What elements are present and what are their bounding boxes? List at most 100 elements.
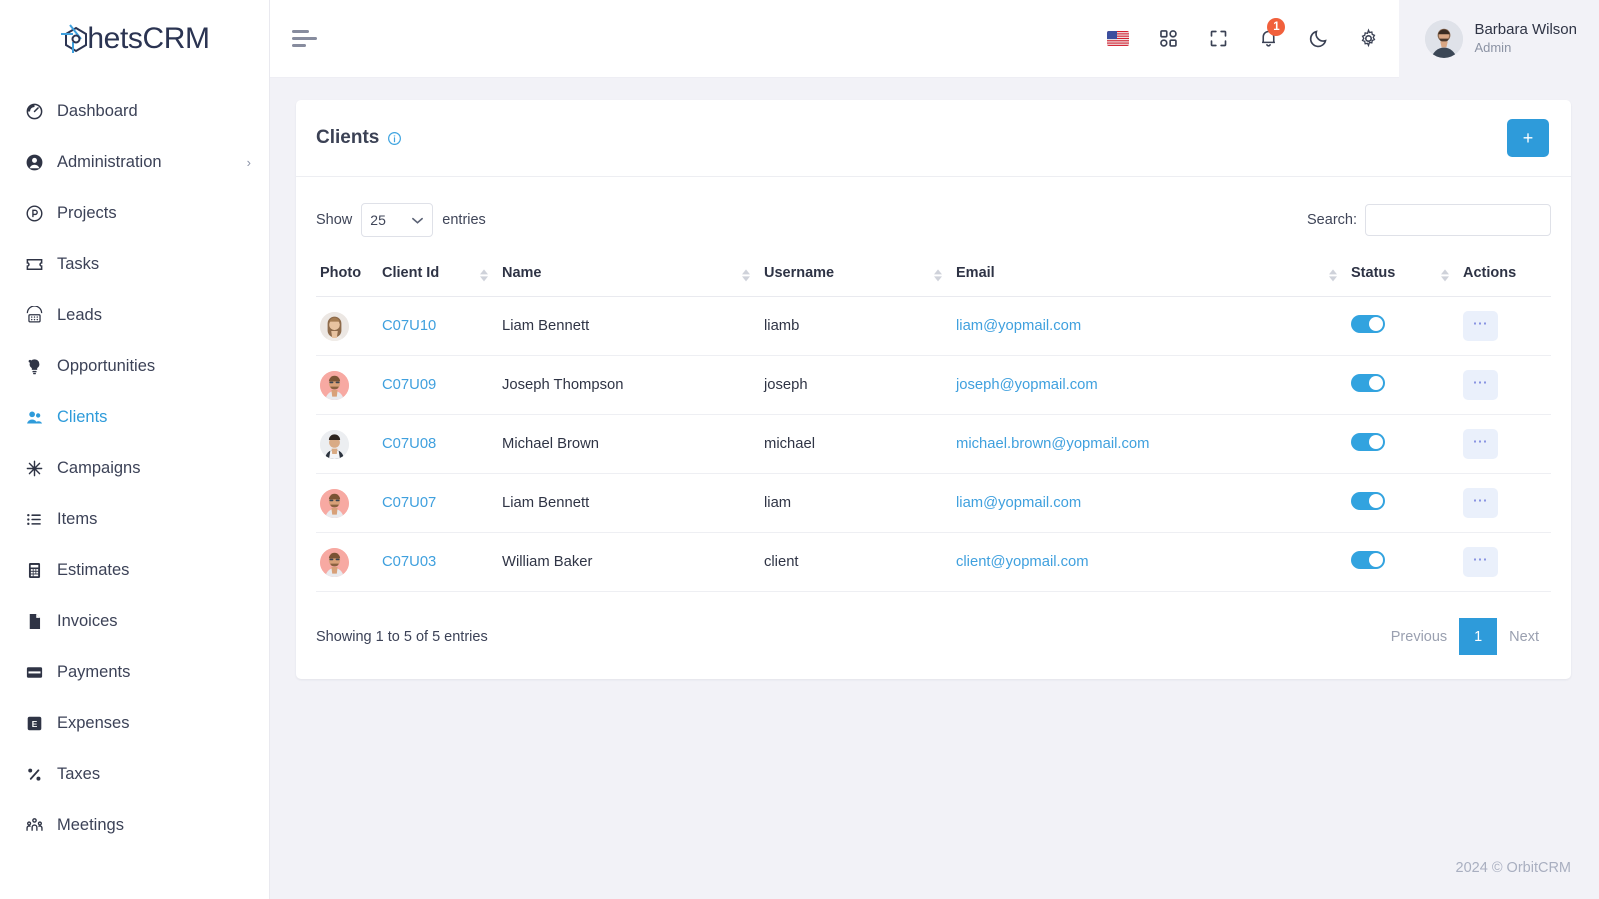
column-header-actions: Actions	[1459, 255, 1551, 297]
cell-name: Liam Bennett	[498, 473, 760, 533]
cell-status	[1347, 414, 1459, 474]
cell-photo	[316, 296, 378, 356]
sidebar-item-payments[interactable]: Payments	[0, 647, 269, 698]
sidebar-item-label: Meetings	[57, 816, 124, 834]
sidebar-item-label: Projects	[57, 204, 117, 222]
search-input[interactable]	[1365, 204, 1551, 236]
email-link[interactable]: liam@yopmail.com	[956, 495, 1081, 511]
column-header-client-id[interactable]: Client Id	[378, 255, 498, 297]
sidebar-item-label: Tasks	[57, 255, 100, 273]
sidebar-item-label: Clients	[57, 408, 108, 426]
sidebar-item-campaigns[interactable]: Campaigns	[0, 443, 269, 494]
topbar-actions: 1 Barbara Wilson Admin	[1093, 0, 1599, 78]
page-length-select[interactable]: 10 25 50 100	[361, 203, 434, 237]
add-client-button[interactable]: +	[1507, 119, 1549, 157]
sidebar-item-clients[interactable]: Clients	[0, 392, 269, 443]
pagination-previous[interactable]: Previous	[1378, 618, 1460, 655]
sidebar-item-label: Items	[57, 510, 98, 528]
sidebar-item-leads[interactable]: Leads	[0, 290, 269, 341]
row-actions-button[interactable]: ⋯	[1463, 370, 1498, 400]
sidebar-item-meetings[interactable]: Meetings	[0, 800, 269, 851]
client-id-link[interactable]: C07U03	[382, 554, 436, 570]
status-toggle[interactable]	[1351, 374, 1385, 392]
sidebar-item-administration[interactable]: Administration ›	[0, 137, 269, 188]
client-id-link[interactable]: C07U07	[382, 495, 436, 511]
sidebar-item-expenses[interactable]: E Expenses	[0, 698, 269, 749]
apps-grid-icon[interactable]	[1143, 0, 1193, 78]
sidebar-item-invoices[interactable]: Invoices	[0, 596, 269, 647]
bell-icon[interactable]: 1	[1243, 0, 1293, 78]
percent-icon	[22, 763, 46, 787]
cell-name: William Baker	[498, 532, 760, 592]
status-toggle[interactable]	[1351, 433, 1385, 451]
cell-photo	[316, 355, 378, 415]
row-actions-button[interactable]: ⋯	[1463, 311, 1498, 341]
document-icon	[22, 610, 46, 634]
info-circle-icon[interactable]	[387, 131, 402, 146]
row-actions-button[interactable]: ⋯	[1463, 429, 1498, 459]
footer: 2024 © OrbitCRM	[270, 837, 1599, 899]
pagination-next[interactable]: Next	[1497, 618, 1551, 655]
pagination-page-1[interactable]: 1	[1459, 618, 1498, 655]
leads-phone-icon	[22, 304, 46, 328]
credit-card-icon	[22, 661, 46, 685]
sidebar-item-label: Estimates	[57, 561, 130, 579]
content-area: Clients + Show 25 entries Search: Photo …	[270, 78, 1599, 837]
sidebar-item-label: Expenses	[57, 714, 130, 732]
sidebar-item-items[interactable]: Items	[0, 494, 269, 545]
svg-text:E: E	[31, 719, 37, 729]
sort-indicator-icon	[480, 268, 488, 281]
main-area: 1 Barbara Wilson Admin Clients + Show 25…	[270, 0, 1599, 899]
cell-status	[1347, 296, 1459, 356]
fullscreen-icon[interactable]	[1193, 0, 1243, 78]
crm-logo-icon	[59, 22, 93, 56]
email-link[interactable]: liam@yopmail.com	[956, 318, 1081, 334]
column-header-status[interactable]: Status	[1347, 255, 1459, 297]
profile-menu[interactable]: Barbara Wilson Admin	[1399, 0, 1599, 78]
column-header-photo: Photo	[316, 255, 378, 297]
cell-username: michael	[760, 414, 952, 474]
client-avatar	[320, 488, 349, 518]
sidebar-item-taxes[interactable]: Taxes	[0, 749, 269, 800]
card-body: Show 10 25 50 100	[296, 177, 1571, 679]
sidebar-item-estimates[interactable]: Estimates	[0, 545, 269, 596]
column-header-name[interactable]: Name	[498, 255, 760, 297]
column-header-email[interactable]: Email	[952, 255, 1347, 297]
status-toggle[interactable]	[1351, 315, 1385, 333]
client-id-link[interactable]: C07U10	[382, 318, 436, 334]
email-link[interactable]: michael.brown@yopmail.com	[956, 436, 1149, 452]
users-icon	[22, 406, 46, 430]
campaign-star-icon	[22, 457, 46, 481]
status-toggle[interactable]	[1351, 551, 1385, 569]
cell-actions: ⋯	[1459, 296, 1551, 356]
sidebar-nav: Dashboard Administration › Projects Task…	[0, 78, 269, 899]
cell-client-id: C07U07	[378, 473, 498, 533]
calculator-icon	[22, 559, 46, 583]
row-actions-button[interactable]: ⋯	[1463, 488, 1498, 518]
card-header: Clients +	[296, 100, 1571, 177]
dark-mode-moon-icon[interactable]	[1293, 0, 1343, 78]
sidebar-item-opportunities[interactable]: Opportunities	[0, 341, 269, 392]
sidebar-item-label: Invoices	[57, 612, 118, 630]
client-id-link[interactable]: C07U09	[382, 377, 436, 393]
column-label: Email	[956, 265, 995, 281]
settings-gear-icon[interactable]	[1343, 0, 1393, 78]
email-link[interactable]: client@yopmail.com	[956, 554, 1089, 570]
hamburger-line	[292, 30, 309, 33]
status-toggle[interactable]	[1351, 492, 1385, 510]
page-title: Clients	[316, 127, 402, 149]
sidebar-item-tasks[interactable]: Tasks	[0, 239, 269, 290]
hamburger-icon[interactable]	[292, 22, 326, 56]
language-flag-us-icon[interactable]	[1093, 0, 1143, 78]
client-id-link[interactable]: C07U08	[382, 436, 436, 452]
table-body: C07U10 Liam Bennett liamb liam@yopmail.c…	[316, 296, 1551, 592]
email-link[interactable]: joseph@yopmail.com	[956, 377, 1098, 393]
project-p-icon	[22, 202, 46, 226]
table-search: Search:	[1307, 204, 1551, 236]
brand-logo[interactable]: hetsCRM	[0, 0, 269, 78]
row-actions-button[interactable]: ⋯	[1463, 547, 1498, 577]
notification-badge: 1	[1267, 17, 1286, 36]
column-header-username[interactable]: Username	[760, 255, 952, 297]
sidebar-item-projects[interactable]: Projects	[0, 188, 269, 239]
sidebar-item-dashboard[interactable]: Dashboard	[0, 86, 269, 137]
